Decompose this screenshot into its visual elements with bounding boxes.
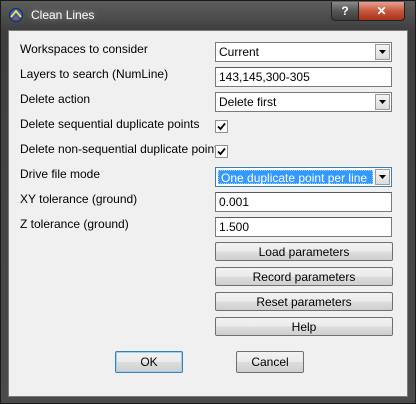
layers-input[interactable]: 143,145,300-305 xyxy=(215,67,392,87)
chevron-down-icon[interactable] xyxy=(375,94,390,110)
checkmark-icon xyxy=(217,147,226,156)
nonseq-duplicates-checkbox[interactable] xyxy=(215,145,228,158)
layers-label: Layers to search (NumLine) xyxy=(20,67,169,81)
record-parameters-button[interactable]: Record parameters xyxy=(215,267,393,286)
dialog-body: Workspaces to consider Current Layers to… xyxy=(8,30,408,397)
chevron-down-icon[interactable] xyxy=(375,44,390,60)
window-title: Clean Lines xyxy=(31,8,95,22)
ok-button[interactable]: OK xyxy=(115,351,183,373)
help-title-button[interactable]: ? xyxy=(331,2,359,21)
workspaces-dropdown[interactable]: Current xyxy=(215,42,392,62)
title-bar[interactable]: Clean Lines ? ✕ xyxy=(1,1,415,29)
z-tolerance-input[interactable]: 1.500 xyxy=(215,217,392,237)
close-icon: ✕ xyxy=(376,4,387,18)
workspaces-label: Workspaces to consider xyxy=(20,42,148,56)
xy-tolerance-label: XY tolerance (ground) xyxy=(20,192,138,206)
reset-parameters-button[interactable]: Reset parameters xyxy=(215,292,393,311)
delete-action-value: Delete first xyxy=(219,95,277,109)
workspaces-value: Current xyxy=(219,45,260,59)
drive-mode-value: One duplicate point per line xyxy=(218,170,373,184)
nonseq-duplicates-label: Delete non-sequential duplicate points xyxy=(20,142,224,156)
dialog-window: Clean Lines ? ✕ Workspaces to consider C… xyxy=(0,0,416,404)
app-icon xyxy=(8,7,24,23)
seq-duplicates-label: Delete sequential duplicate points xyxy=(20,117,200,131)
z-tolerance-label: Z tolerance (ground) xyxy=(20,217,129,231)
load-parameters-button[interactable]: Load parameters xyxy=(215,242,393,261)
help-button[interactable]: Help xyxy=(215,317,393,336)
drive-mode-label: Drive file mode xyxy=(20,167,101,181)
xy-tolerance-input[interactable]: 0.001 xyxy=(215,192,392,212)
delete-action-dropdown[interactable]: Delete first xyxy=(215,92,392,112)
drive-mode-dropdown[interactable]: One duplicate point per line xyxy=(215,167,392,187)
cancel-button[interactable]: Cancel xyxy=(236,351,304,373)
close-button[interactable]: ✕ xyxy=(358,2,405,21)
checkmark-icon xyxy=(217,122,226,131)
seq-duplicates-checkbox[interactable] xyxy=(215,120,228,133)
delete-action-label: Delete action xyxy=(20,92,91,106)
chevron-down-icon[interactable] xyxy=(375,169,390,185)
question-icon: ? xyxy=(341,4,349,18)
